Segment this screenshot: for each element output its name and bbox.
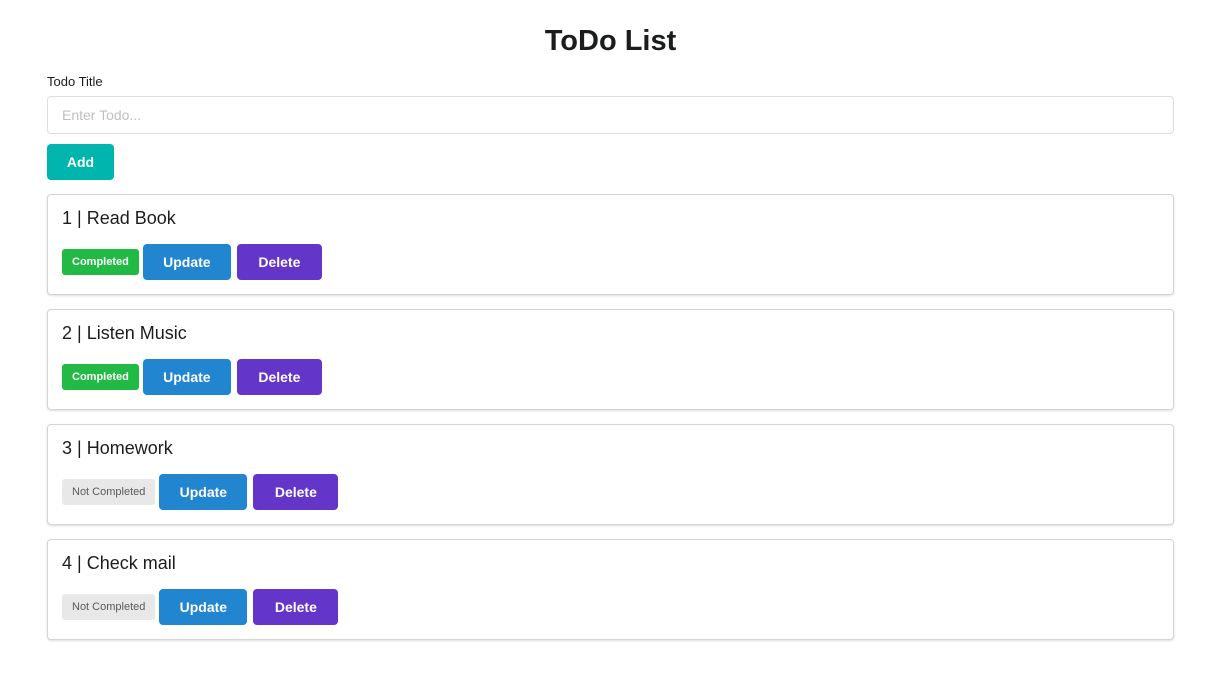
status-badge: Completed — [62, 364, 139, 390]
todo-actions: Completed Update Delete — [62, 359, 1159, 395]
todo-title: 3 | Homework — [62, 438, 173, 458]
todo-title: 1 | Read Book — [62, 208, 176, 228]
add-button[interactable]: Add — [47, 144, 114, 180]
page-title: ToDo List — [544, 25, 677, 57]
delete-button[interactable]: Delete — [253, 474, 339, 510]
todo-title: 4 | Check mail — [62, 553, 176, 573]
todo-title-label: Todo Title — [47, 74, 103, 89]
todo-actions: Not Completed Update Delete — [62, 589, 1159, 625]
update-button[interactable]: Update — [142, 359, 231, 395]
update-button[interactable]: Update — [159, 589, 248, 625]
delete-button[interactable]: Delete — [236, 359, 322, 395]
todo-actions: Completed Update Delete — [62, 244, 1159, 280]
todo-list: 1 | Read Book Completed Update Delete 2 … — [47, 194, 1174, 640]
todo-card: 3 | Homework Not Completed Update Delete — [47, 424, 1174, 525]
update-button[interactable]: Update — [159, 474, 248, 510]
todo-card: 4 | Check mail Not Completed Update Dele… — [47, 539, 1174, 640]
todo-title: 2 | Listen Music — [62, 323, 187, 343]
status-badge: Completed — [62, 249, 139, 275]
todo-actions: Not Completed Update Delete — [62, 474, 1159, 510]
todo-input[interactable] — [47, 96, 1174, 134]
todo-card: 2 | Listen Music Completed Update Delete — [47, 309, 1174, 410]
delete-button[interactable]: Delete — [253, 589, 339, 625]
status-badge: Not Completed — [62, 479, 156, 505]
update-button[interactable]: Update — [142, 244, 231, 280]
todo-card: 1 | Read Book Completed Update Delete — [47, 194, 1174, 295]
app-container: ToDo List Todo Title Add 1 | Read Book C… — [47, 0, 1174, 640]
status-badge: Not Completed — [62, 594, 156, 620]
delete-button[interactable]: Delete — [236, 244, 322, 280]
